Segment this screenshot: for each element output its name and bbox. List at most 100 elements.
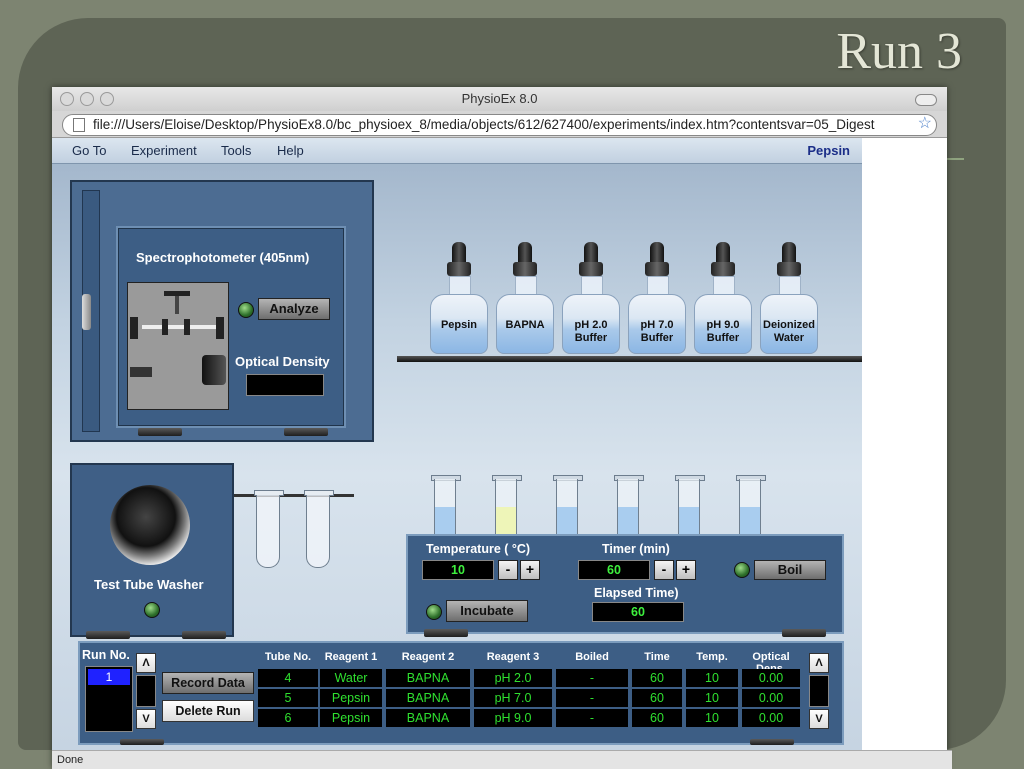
bottle-body: Deionized Water bbox=[760, 294, 818, 354]
column-header: Reagent 3 bbox=[486, 651, 540, 663]
bottle-label-line1: pH 9.0 bbox=[706, 319, 740, 331]
washer-drain[interactable] bbox=[110, 485, 190, 565]
washer-label: Test Tube Washer bbox=[94, 577, 204, 592]
delete-run-button[interactable]: Delete Run bbox=[162, 700, 254, 722]
bottle-label: pH 7.0 Buffer bbox=[629, 319, 685, 345]
column-header: Reagent 1 bbox=[324, 651, 378, 663]
table-scroll-up-button[interactable]: Λ bbox=[809, 653, 829, 673]
toolbar-toggle-button[interactable] bbox=[915, 94, 937, 106]
bottle-body: pH 7.0 Buffer bbox=[628, 294, 686, 354]
temperature-decrease-button[interactable]: - bbox=[498, 560, 518, 580]
url-text: file:///Users/Eloise/Desktop/PhysioEx8.0… bbox=[93, 117, 875, 132]
table-cell: 10 bbox=[686, 669, 738, 687]
bottle-body: BAPNA bbox=[496, 294, 554, 354]
bottle-label-line2: Water bbox=[773, 332, 805, 344]
table-cell: BAPNA bbox=[386, 689, 470, 707]
browser-titlebar: PhysioEx 8.0 bbox=[52, 87, 947, 111]
table-cell: pH 9.0 bbox=[474, 709, 552, 727]
reagent-bottle-3[interactable]: pH 2.0 Buffer bbox=[560, 242, 622, 354]
temperature-increase-button[interactable]: + bbox=[520, 560, 540, 580]
reagent-bottle-2[interactable]: BAPNA bbox=[494, 242, 556, 354]
spectrophotometer-cabinet: Spectrophotometer (405nm) Analyze Optica… bbox=[70, 180, 374, 442]
table-cell: - bbox=[556, 669, 628, 687]
optical-density-label: Optical Density bbox=[235, 354, 330, 369]
timer-increase-button[interactable]: + bbox=[676, 560, 696, 580]
bottle-label-line1: Deionized bbox=[763, 319, 815, 331]
app-menubar: Go To Experiment Tools Help Pepsin bbox=[52, 138, 862, 164]
table-cell: 0.00 bbox=[742, 709, 800, 727]
slide-title: Run 3 bbox=[836, 23, 962, 80]
zoom-window-button[interactable] bbox=[100, 92, 114, 106]
reagent-bottle-5[interactable]: pH 9.0 Buffer bbox=[692, 242, 754, 354]
window-controls bbox=[60, 92, 114, 106]
table-cell: Pepsin bbox=[320, 689, 382, 707]
table-cell: 60 bbox=[632, 669, 682, 687]
record-data-button[interactable]: Record Data bbox=[162, 672, 254, 694]
menu-help[interactable]: Help bbox=[277, 143, 304, 158]
reagent-bottle-6[interactable]: Deionized Water bbox=[758, 242, 820, 354]
table-cell: 10 bbox=[686, 689, 738, 707]
timer-display: 60 bbox=[578, 560, 650, 580]
bottle-label: pH 2.0 Buffer bbox=[563, 319, 619, 345]
minimize-window-button[interactable] bbox=[80, 92, 94, 106]
test-tube-washer: Test Tube Washer bbox=[70, 463, 234, 637]
close-window-button[interactable] bbox=[60, 92, 74, 106]
run-number-label: Run No. bbox=[82, 648, 130, 662]
experiment-name: Pepsin bbox=[807, 143, 850, 158]
reagent-shelf bbox=[397, 356, 862, 362]
table-row[interactable]: 6 Pepsin BAPNA pH 9.0-60 10 0.00 bbox=[258, 709, 800, 727]
bottle-body: pH 9.0 Buffer bbox=[694, 294, 752, 354]
bottle-body: Pepsin bbox=[430, 294, 488, 354]
status-text: Done bbox=[57, 754, 84, 766]
bottle-label: pH 9.0 Buffer bbox=[695, 319, 751, 345]
run-number-selected[interactable]: 1 bbox=[88, 669, 130, 685]
address-bar: file:///Users/Eloise/Desktop/PhysioEx8.0… bbox=[52, 111, 947, 138]
incubation-controls: Temperature ( °C) 10 - + Timer (min) 60 … bbox=[406, 534, 844, 634]
table-cell: 5 bbox=[258, 689, 318, 707]
menu-go-to[interactable]: Go To bbox=[72, 143, 106, 158]
analyze-button[interactable]: Analyze bbox=[258, 298, 330, 320]
bookmark-star-icon[interactable]: ☆ bbox=[918, 115, 932, 134]
physioex-app: Go To Experiment Tools Help Pepsin Spect… bbox=[52, 138, 862, 750]
timer-decrease-button[interactable]: - bbox=[654, 560, 674, 580]
elapsed-time-label: Elapsed Time) bbox=[594, 586, 679, 600]
run-scrollbar-track[interactable] bbox=[136, 675, 156, 707]
run-scroll-down-button[interactable]: V bbox=[136, 709, 156, 729]
elapsed-time-display: 60 bbox=[592, 602, 684, 622]
page-icon bbox=[73, 118, 85, 132]
table-row[interactable]: 5 Pepsin BAPNA pH 7.0-60 10 0.00 bbox=[258, 689, 800, 707]
boil-button[interactable]: Boil bbox=[754, 560, 826, 580]
bottle-label-line1: Pepsin bbox=[440, 319, 478, 331]
column-header: Reagent 2 bbox=[401, 651, 455, 663]
table-scroll-down-button[interactable]: V bbox=[809, 709, 829, 729]
table-cell: BAPNA bbox=[386, 709, 470, 727]
table-row[interactable]: 4 Water BAPNA pH 2.0-60 10 0.00 bbox=[258, 669, 800, 687]
table-cell: Pepsin bbox=[320, 709, 382, 727]
table-cell: pH 2.0 bbox=[474, 669, 552, 687]
browser-status-bar: Done bbox=[52, 750, 952, 769]
table-cell: 10 bbox=[686, 709, 738, 727]
window-title: PhysioEx 8.0 bbox=[461, 91, 538, 106]
reagent-bottle-1[interactable]: Pepsin bbox=[428, 242, 490, 354]
run-scroll-up-button[interactable]: Λ bbox=[136, 653, 156, 673]
temperature-label: Temperature ( °C) bbox=[426, 542, 531, 556]
url-field[interactable]: file:///Users/Eloise/Desktop/PhysioEx8.0… bbox=[62, 114, 937, 136]
washer-indicator-light bbox=[144, 602, 160, 618]
cabinet-handle[interactable] bbox=[82, 294, 91, 330]
bottle-label-line1: BAPNA bbox=[505, 319, 545, 331]
reagent-bottle-4[interactable]: pH 7.0 Buffer bbox=[626, 242, 688, 354]
spectrophotometer-title: Spectrophotometer (405nm) bbox=[136, 250, 310, 265]
page-content: Go To Experiment Tools Help Pepsin Spect… bbox=[52, 138, 947, 750]
bottle-label-line2: Buffer bbox=[640, 332, 674, 344]
washer-tube-1[interactable] bbox=[254, 490, 284, 570]
table-cell: 0.00 bbox=[742, 669, 800, 687]
washer-tube-2[interactable] bbox=[304, 490, 334, 570]
sample-chamber bbox=[127, 282, 229, 410]
table-scrollbar-track[interactable] bbox=[809, 675, 829, 707]
menu-tools[interactable]: Tools bbox=[221, 143, 251, 158]
incubate-button[interactable]: Incubate bbox=[446, 600, 528, 622]
bottle-label-line2: Buffer bbox=[706, 332, 740, 344]
table-cell: - bbox=[556, 689, 628, 707]
run-number-list[interactable]: 1 bbox=[85, 666, 133, 732]
menu-experiment[interactable]: Experiment bbox=[131, 143, 197, 158]
